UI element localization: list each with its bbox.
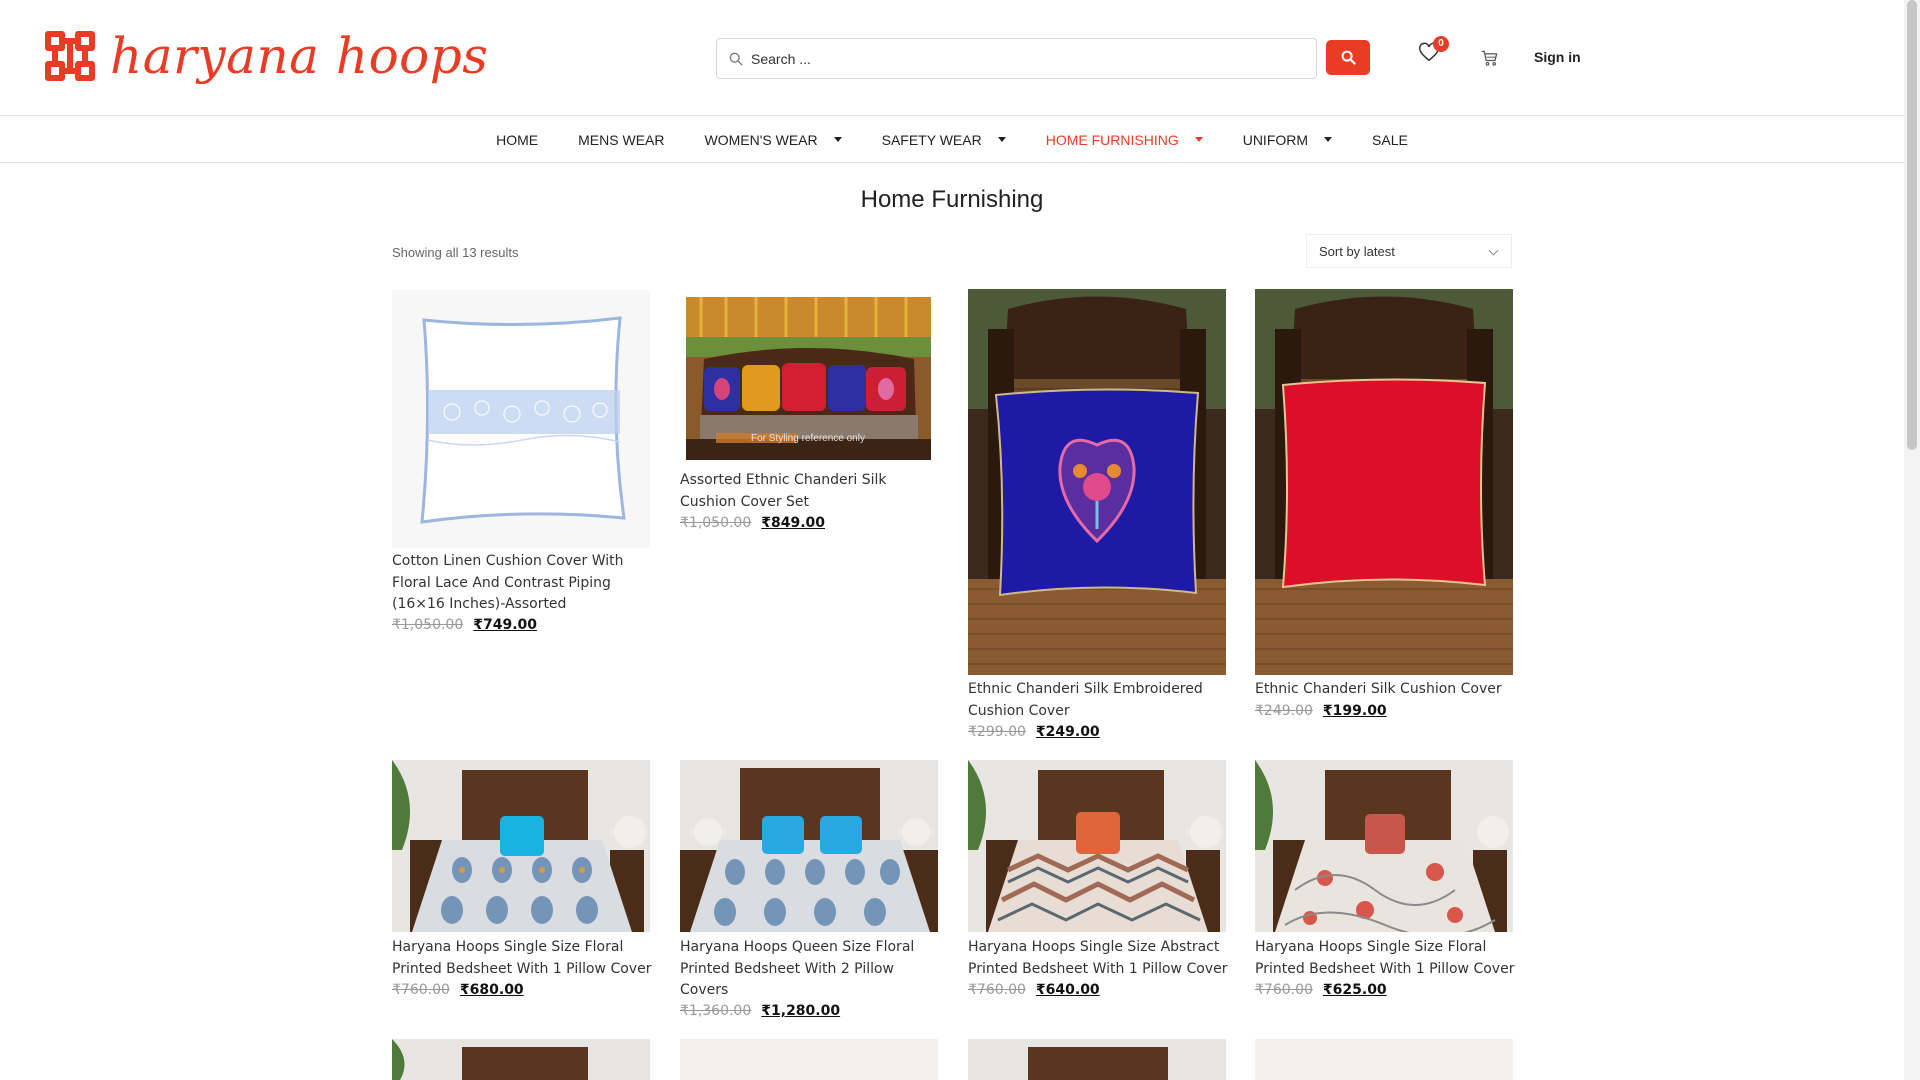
product-title[interactable]: Haryana Hoops Single Size Floral Printed… bbox=[392, 937, 654, 980]
sign-in-link[interactable]: Sign in bbox=[1534, 49, 1581, 65]
chevron-down-icon bbox=[1488, 245, 1499, 256]
nav-item-home-furnishing[interactable]: HOME FURNISHING bbox=[1046, 132, 1203, 148]
product-image-sofa-cushions: For Styling reference only bbox=[686, 297, 931, 460]
product-price: ₹760.00 ₹625.00 bbox=[1255, 982, 1387, 998]
caret-down-icon bbox=[833, 137, 842, 142]
sale-price: ₹1,280.00 bbox=[761, 1003, 841, 1019]
product-image-red-cushion-chair bbox=[1255, 289, 1513, 675]
product-image-bed-blue-pattern-queen bbox=[680, 760, 938, 932]
sale-price: ₹625.00 bbox=[1322, 982, 1387, 998]
scrollbar-thumb[interactable] bbox=[1907, 0, 1917, 450]
old-price: ₹299.00 bbox=[968, 724, 1026, 740]
nav-item-home[interactable]: HOME bbox=[496, 132, 538, 148]
logo[interactable]: haryana hoops bbox=[40, 26, 488, 86]
old-price: ₹1,050.00 bbox=[680, 515, 752, 531]
product-title[interactable]: Haryana Hoops Single Size Floral Printed… bbox=[1255, 937, 1517, 980]
nav-item-label: HOME FURNISHING bbox=[1045, 131, 1179, 148]
search-input[interactable] bbox=[751, 50, 1291, 67]
product-image[interactable] bbox=[1255, 289, 1513, 675]
product-image-partial bbox=[680, 1039, 938, 1080]
product-image-blue-cushion-chair bbox=[968, 289, 1226, 675]
product-image[interactable] bbox=[968, 1039, 1226, 1080]
logo-text: haryana hoops bbox=[110, 27, 489, 85]
cart-button[interactable] bbox=[1480, 48, 1502, 70]
product-title[interactable]: Haryana Hoops Queen Size Floral Printed … bbox=[680, 937, 942, 1002]
old-price: ₹760.00 bbox=[1255, 982, 1313, 998]
old-price: ₹1,050.00 bbox=[392, 617, 464, 633]
product-image[interactable] bbox=[968, 289, 1226, 675]
old-price: ₹249.00 bbox=[1255, 703, 1313, 719]
sale-price: ₹849.00 bbox=[761, 515, 826, 531]
nav-item-label: SALE bbox=[1372, 131, 1408, 148]
caret-down-icon bbox=[1324, 137, 1333, 142]
result-count: Showing all 13 results bbox=[392, 245, 519, 260]
product-image[interactable] bbox=[680, 760, 938, 932]
product-image[interactable] bbox=[1255, 760, 1513, 932]
product-price: ₹760.00 ₹640.00 bbox=[968, 982, 1100, 998]
sale-price: ₹249.00 bbox=[1035, 724, 1100, 740]
old-price: ₹760.00 bbox=[968, 982, 1026, 998]
product-title[interactable]: Assorted Ethnic Chanderi Silk Cushion Co… bbox=[680, 470, 942, 513]
nav-item-label: UNIFORM bbox=[1242, 131, 1309, 148]
search-icon bbox=[1341, 50, 1356, 65]
product-image-bed-blue-pattern bbox=[392, 760, 650, 932]
product-price: ₹760.00 ₹680.00 bbox=[392, 982, 524, 998]
old-price: ₹1,360.00 bbox=[680, 1003, 752, 1019]
sort-label: Sort by latest bbox=[1319, 243, 1395, 259]
product-price: ₹1,050.00 ₹849.00 bbox=[680, 515, 825, 531]
image-caption: For Styling reference only bbox=[751, 433, 865, 444]
nav-item-label: MENS WEAR bbox=[578, 131, 665, 148]
nav-item-label: SAFETY WEAR bbox=[881, 131, 982, 148]
product-price: ₹1,050.00 ₹749.00 bbox=[392, 617, 537, 633]
search-icon bbox=[729, 52, 743, 66]
search-button[interactable] bbox=[1326, 40, 1370, 75]
product-image[interactable] bbox=[392, 760, 650, 932]
product-image[interactable] bbox=[1255, 1039, 1513, 1080]
page-title: Home Furnishing bbox=[860, 186, 1044, 213]
cart-icon bbox=[1481, 50, 1498, 66]
product-image-bed-red-floral bbox=[1255, 760, 1513, 932]
product-image[interactable] bbox=[680, 1039, 938, 1080]
sale-price: ₹680.00 bbox=[459, 982, 524, 998]
product-image-partial bbox=[1255, 1039, 1513, 1080]
sale-price: ₹199.00 bbox=[1322, 703, 1387, 719]
sort-select[interactable]: Sort by latest bbox=[1306, 234, 1512, 268]
site-header: haryana hoops 0 Sign in bbox=[0, 0, 1904, 116]
search-box[interactable] bbox=[716, 38, 1317, 79]
nav-item-label: WOMEN'S WEAR bbox=[704, 131, 818, 148]
caret-down-icon bbox=[1194, 137, 1203, 142]
product-price: ₹249.00 ₹199.00 bbox=[1255, 703, 1387, 719]
sale-price: ₹749.00 bbox=[473, 617, 538, 633]
wishlist-count-badge: 0 bbox=[1433, 36, 1449, 52]
old-price: ₹760.00 bbox=[392, 982, 450, 998]
page-scrollbar[interactable] bbox=[1904, 0, 1920, 1080]
product-image[interactable] bbox=[968, 760, 1226, 932]
product-title[interactable]: Ethnic Chanderi Silk Cushion Cover bbox=[1255, 679, 1517, 701]
product-image[interactable]: For Styling reference only bbox=[686, 297, 931, 460]
product-image[interactable] bbox=[392, 290, 650, 548]
nav-item-sale[interactable]: SALE bbox=[1372, 132, 1408, 148]
product-price: ₹1,360.00 ₹1,280.00 bbox=[680, 1003, 840, 1019]
product-image-white-cushion bbox=[392, 290, 650, 548]
product-image-bed-chevron bbox=[968, 760, 1226, 932]
product-title[interactable]: Cotton Linen Cushion Cover With Floral L… bbox=[392, 551, 654, 616]
main-nav: HOME MENS WEAR WOMEN'S WEAR SAFETY WEAR … bbox=[0, 117, 1904, 163]
product-price: ₹299.00 ₹249.00 bbox=[968, 724, 1100, 740]
product-title[interactable]: Haryana Hoops Single Size Abstract Print… bbox=[968, 937, 1230, 980]
nav-item-safety-wear[interactable]: SAFETY WEAR bbox=[882, 132, 1006, 148]
nav-item-womens-wear[interactable]: WOMEN'S WEAR bbox=[704, 131, 842, 148]
product-image-bed-partial bbox=[968, 1039, 1226, 1080]
caret-down-icon bbox=[997, 137, 1006, 142]
nav-item-uniform[interactable]: UNIFORM bbox=[1242, 131, 1333, 148]
nav-item-label: HOME bbox=[496, 131, 539, 148]
nav-item-mens-wear[interactable]: MENS WEAR bbox=[578, 132, 664, 148]
logo-icon bbox=[45, 31, 95, 81]
product-title[interactable]: Ethnic Chanderi Silk Embroidered Cushion… bbox=[968, 679, 1230, 722]
sale-price: ₹640.00 bbox=[1035, 982, 1100, 998]
product-image-bed-partial bbox=[392, 1039, 650, 1080]
product-image[interactable] bbox=[392, 1039, 650, 1080]
